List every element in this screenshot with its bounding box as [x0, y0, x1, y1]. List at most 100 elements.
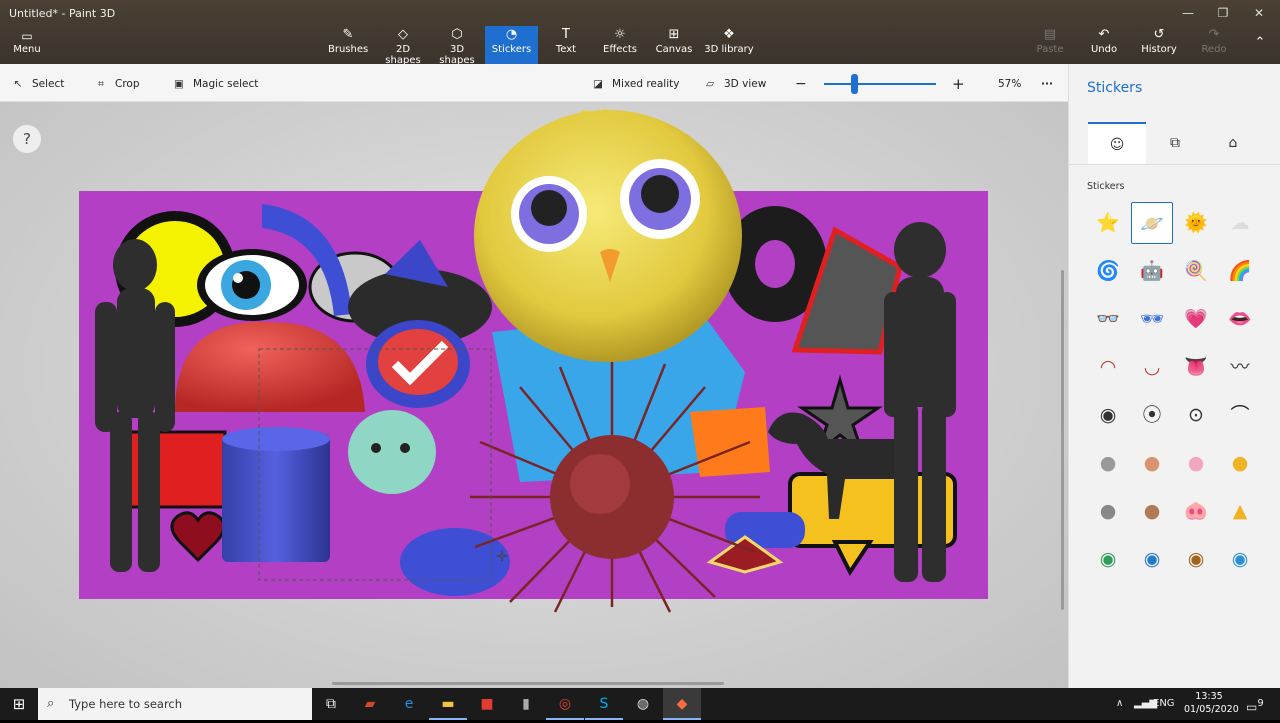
ear-pink-sticker[interactable]: ● [1175, 442, 1217, 484]
minimize-button[interactable]: — [1173, 4, 1203, 22]
3d-view-icon: ▱ [705, 78, 715, 90]
usb-drive-icon[interactable]: ▮ [507, 688, 545, 720]
planet-sticker[interactable]: 🪐 [1131, 202, 1173, 244]
zoom-slider-track[interactable] [824, 83, 936, 85]
ear-yellow-sticker[interactable]: ● [1219, 442, 1261, 484]
magic-select-label: Magic select [193, 78, 259, 90]
eye-look-down-sticker[interactable]: ⊙ [1175, 394, 1217, 436]
tool-stickers[interactable]: ◔ Stickers [485, 26, 538, 64]
language-indicator[interactable]: ENG [1153, 688, 1175, 720]
tool-canvas[interactable]: ⊞ Canvas [654, 26, 694, 64]
eye-look-up-sticker[interactable]: ⦿ [1131, 394, 1173, 436]
mouth-sad-sticker[interactable]: ◠ [1087, 346, 1129, 388]
task-view-icon[interactable]: ⧉ [312, 688, 350, 720]
tab-textures[interactable]: ⧉ [1146, 122, 1204, 164]
paint3d-window: Untitled* - Paint 3D — ❐ ✕ ▭ Menu ✎ Brus… [0, 0, 1280, 688]
mouth-smile-sticker[interactable]: ◡ [1131, 346, 1173, 388]
crop-tool[interactable]: ⌗ Crop [93, 76, 139, 92]
snout-pig-sticker[interactable]: 🐽 [1175, 490, 1217, 532]
cloud-sticker[interactable]: ☁ [1219, 202, 1261, 244]
chrome-icon[interactable]: ◎ [546, 688, 584, 720]
blue-cylinder-shape[interactable] [222, 434, 330, 562]
tool-brushes[interactable]: ✎ Brushes [328, 26, 368, 64]
edge-icon[interactable]: e [390, 688, 428, 720]
blue-cone-shape[interactable] [400, 528, 510, 596]
tool-text[interactable]: T Text [546, 26, 586, 64]
tab-custom-sticker[interactable]: ⌂ [1204, 122, 1262, 164]
tool-3d-library[interactable]: ❖ 3D library [704, 26, 754, 64]
eyebrow-sticker[interactable]: ⌒ [1219, 394, 1261, 436]
zoom-in-button[interactable]: + [952, 76, 965, 92]
menu-button[interactable]: ▭ Menu [8, 28, 46, 60]
chick-model[interactable] [474, 109, 742, 362]
eye-green-sticker[interactable]: ◉ [1087, 538, 1129, 580]
nose-tan-sticker[interactable]: ● [1131, 442, 1173, 484]
tool-label: Text [555, 44, 577, 55]
camera-app-icon[interactable]: ◍ [624, 688, 662, 720]
mixed-reality-button[interactable]: ◪ Mixed reality [590, 76, 679, 92]
tool-label: 2D shapes [385, 44, 421, 66]
action-label: Undo [1090, 44, 1118, 55]
stickers-panel: Stickers ☺ ⧉ ⌂ Stickers ⭐ 🪐 🌞 ☁ 🌀 🤖 🍭 🌈 👓 🕶 💗 👄 ◠ ◡ 👅 〰… [1068, 64, 1280, 688]
tray-overflow-button[interactable]: ∧ [1116, 688, 1123, 720]
eye-orange-sticker[interactable]: ◉ [1175, 538, 1217, 580]
robot-sticker[interactable]: 🤖 [1131, 250, 1173, 292]
vertical-scrollbar[interactable] [1061, 270, 1064, 610]
more-options-button[interactable]: ··· [1041, 76, 1053, 92]
tool-2d-shapes[interactable]: ◇ 2D shapes [378, 26, 428, 66]
3d-shapes-icon: ⬡ [451, 27, 463, 42]
snout-grey-sticker[interactable]: ● [1087, 490, 1129, 532]
ribbon: Untitled* - Paint 3D — ❐ ✕ ▭ Menu ✎ Brus… [0, 0, 1280, 66]
close-button[interactable]: ✕ [1244, 4, 1274, 22]
glasses-sticker[interactable]: 👓 [1087, 298, 1129, 340]
beak-sticker[interactable]: ▲ [1219, 490, 1261, 532]
lips-sticker[interactable]: 👄 [1219, 298, 1261, 340]
office-icon[interactable]: ▰ [351, 688, 389, 720]
tool-effects[interactable]: ☼ Effects [600, 26, 640, 64]
tool-3d-shapes[interactable]: ⬡ 3D shapes [432, 26, 482, 66]
paint3d-icon[interactable]: ◆ [663, 688, 701, 720]
lollipop-sticker[interactable]: 🍭 [1175, 250, 1217, 292]
heart-sticker[interactable]: 💗 [1175, 298, 1217, 340]
ms-store-icon[interactable]: ■ [468, 688, 506, 720]
mustache-sticker[interactable]: 〰 [1219, 346, 1261, 388]
tab-stickers[interactable]: ☺ [1088, 122, 1146, 164]
tool-label: Stickers [491, 44, 532, 55]
file-explorer-icon[interactable]: ▬ [429, 688, 467, 720]
rainbow-sticker[interactable]: 🌈 [1219, 250, 1261, 292]
move-cursor-icon: ✛ [496, 549, 508, 565]
skype-icon[interactable]: S [585, 688, 623, 720]
nose-grey-sticker[interactable]: ● [1087, 442, 1129, 484]
clock-date: 01/05/2020 [1184, 704, 1239, 715]
horizontal-scrollbar[interactable] [332, 682, 724, 685]
magic-select-tool[interactable]: ▣ Magic select [171, 76, 258, 92]
spiral-sticker[interactable]: 🌀 [1087, 250, 1129, 292]
orange-shape[interactable] [690, 407, 770, 477]
zoom-slider-thumb[interactable] [851, 74, 858, 94]
history-button[interactable]: ↺ History [1139, 26, 1179, 64]
eye-lash-sticker[interactable]: ◉ [1219, 538, 1261, 580]
textures-icon: ⧉ [1170, 135, 1180, 151]
bean-character-sticker[interactable] [348, 410, 436, 494]
3d-view-toggle[interactable]: ▱ 3D view [702, 76, 766, 92]
star-face-sticker[interactable]: ⭐ [1087, 202, 1129, 244]
notification-center-button[interactable]: ▭9 [1246, 688, 1264, 720]
redo-button[interactable]: ↷ Redo [1196, 26, 1232, 64]
paste-button[interactable]: ▤ Paste [1032, 26, 1068, 64]
snout-dog-sticker[interactable]: ● [1131, 490, 1173, 532]
sunglasses-sticker[interactable]: 🕶 [1131, 298, 1173, 340]
eye-round-sticker[interactable]: ◉ [1087, 394, 1129, 436]
mouth-tongue-sticker[interactable]: 👅 [1175, 346, 1217, 388]
taskbar-search[interactable]: ⌕ Type here to search [38, 688, 312, 720]
maximize-button[interactable]: ❐ [1208, 4, 1238, 22]
clock[interactable]: 13:35 01/05/2020 [1184, 690, 1239, 716]
undo-button[interactable]: ↶ Undo [1086, 26, 1122, 64]
tool-label: Canvas [655, 44, 693, 55]
eye-blue-sticker[interactable]: ◉ [1131, 538, 1173, 580]
zoom-out-button[interactable]: − [795, 76, 807, 92]
redo-icon: ↷ [1208, 27, 1220, 42]
select-tool[interactable]: ↖ Select [10, 76, 65, 92]
tool-label: 3D shapes [439, 44, 475, 66]
start-button[interactable]: ⊞ [0, 688, 38, 720]
sun-sticker[interactable]: 🌞 [1175, 202, 1217, 244]
